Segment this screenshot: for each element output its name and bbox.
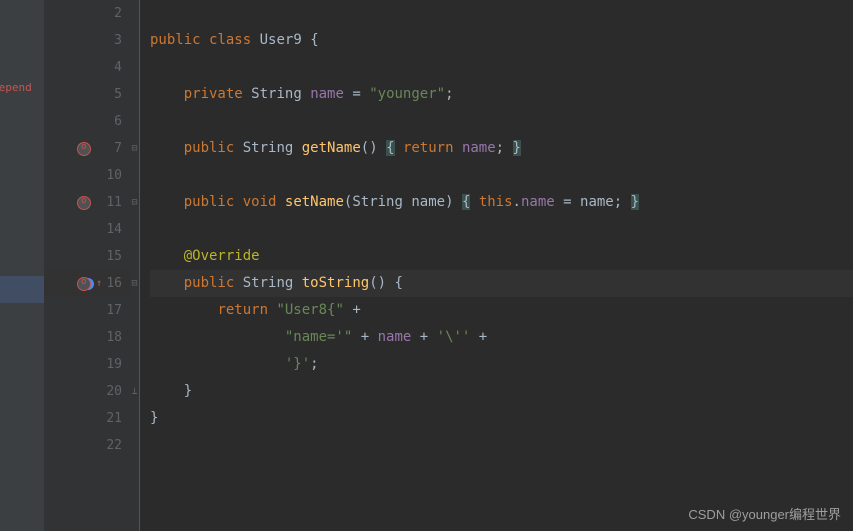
code-line[interactable]: "name='" + name + '\'' + xyxy=(150,324,853,351)
line-number: 21 xyxy=(102,411,122,426)
gutter-row[interactable]: 18 xyxy=(44,324,130,351)
code-line[interactable]: public class User9 { xyxy=(150,27,853,54)
line-number: 4 xyxy=(102,60,122,75)
line-number: 15 xyxy=(102,249,122,264)
gutter-row[interactable]: 5 xyxy=(44,81,130,108)
gutter-row[interactable]: 19 xyxy=(44,351,130,378)
line-number: 5 xyxy=(102,87,122,102)
code-line[interactable]: '}'; xyxy=(150,351,853,378)
gutter-row[interactable]: 4 xyxy=(44,54,130,81)
fold-gutter[interactable]: ⊟ ⊟ ⊟ ⊥ xyxy=(130,0,140,531)
override-icon[interactable] xyxy=(76,195,92,211)
gutter-row[interactable]: 3 xyxy=(44,27,130,54)
gutter-row[interactable]: 22 xyxy=(44,432,130,459)
gutter-row[interactable]: 14 xyxy=(44,216,130,243)
code-line[interactable]: private String name = "younger"; xyxy=(150,81,853,108)
line-number: 19 xyxy=(102,357,122,372)
code-line[interactable]: } xyxy=(150,405,853,432)
code-line[interactable] xyxy=(150,54,853,81)
gutter-row[interactable]: 20 xyxy=(44,378,130,405)
gutter-row[interactable]: 6 xyxy=(44,108,130,135)
gutter-row[interactable]: ↑ 16 xyxy=(44,270,130,297)
line-number: 11 xyxy=(102,195,122,210)
watermark-text: CSDN @younger编程世界 xyxy=(688,504,841,523)
line-number: 14 xyxy=(102,222,122,237)
code-editor[interactable]: public class User9 { private String name… xyxy=(140,0,853,531)
line-number: 22 xyxy=(102,438,122,453)
code-line[interactable]: @Override xyxy=(150,243,853,270)
fold-toggle-icon[interactable]: ⊟ xyxy=(130,135,139,162)
code-line[interactable] xyxy=(150,216,853,243)
gutter-row[interactable]: 21 xyxy=(44,405,130,432)
line-number: 2 xyxy=(102,6,122,21)
line-number: 3 xyxy=(102,33,122,48)
code-line[interactable]: return "User8{" + xyxy=(150,297,853,324)
line-number: 20 xyxy=(102,384,122,399)
gutter-row[interactable]: 10 xyxy=(44,162,130,189)
code-line[interactable]: public void setName(String name) { this.… xyxy=(150,189,853,216)
code-line[interactable] xyxy=(150,162,853,189)
line-number: 17 xyxy=(102,303,122,318)
code-line[interactable]: public String toString() { xyxy=(150,270,853,297)
gutter-row[interactable]: 7 xyxy=(44,135,130,162)
sidebar-selection xyxy=(0,276,44,303)
line-number: 10 xyxy=(102,168,122,183)
line-gutter[interactable]: 2 3 4 5 6 7 10 11 14 15 ↑ 16 17 18 19 20… xyxy=(44,0,130,531)
line-number: 16 xyxy=(102,276,122,291)
gutter-row[interactable]: 15 xyxy=(44,243,130,270)
code-line[interactable]: } xyxy=(150,378,853,405)
override-icon[interactable] xyxy=(76,276,92,292)
fold-end-icon[interactable]: ⊥ xyxy=(130,378,139,405)
override-icon[interactable] xyxy=(76,141,92,157)
line-number: 18 xyxy=(102,330,122,345)
gutter-row[interactable]: 2 xyxy=(44,0,130,27)
editor-container: Depend 2 3 4 5 6 7 10 11 14 15 ↑ 16 17 1… xyxy=(0,0,853,531)
line-number: 7 xyxy=(102,141,122,156)
gutter-row[interactable]: 11 xyxy=(44,189,130,216)
line-number: 6 xyxy=(102,114,122,129)
code-line[interactable] xyxy=(150,108,853,135)
code-line[interactable]: public String getName() { return name; } xyxy=(150,135,853,162)
tool-sidebar[interactable]: Depend xyxy=(0,0,44,531)
code-line[interactable] xyxy=(150,432,853,459)
code-line[interactable] xyxy=(150,0,853,27)
fold-toggle-icon[interactable]: ⊟ xyxy=(130,189,139,216)
gutter-row[interactable]: 17 xyxy=(44,297,130,324)
fold-toggle-icon[interactable]: ⊟ xyxy=(130,270,139,297)
sidebar-label[interactable]: Depend xyxy=(0,81,32,94)
